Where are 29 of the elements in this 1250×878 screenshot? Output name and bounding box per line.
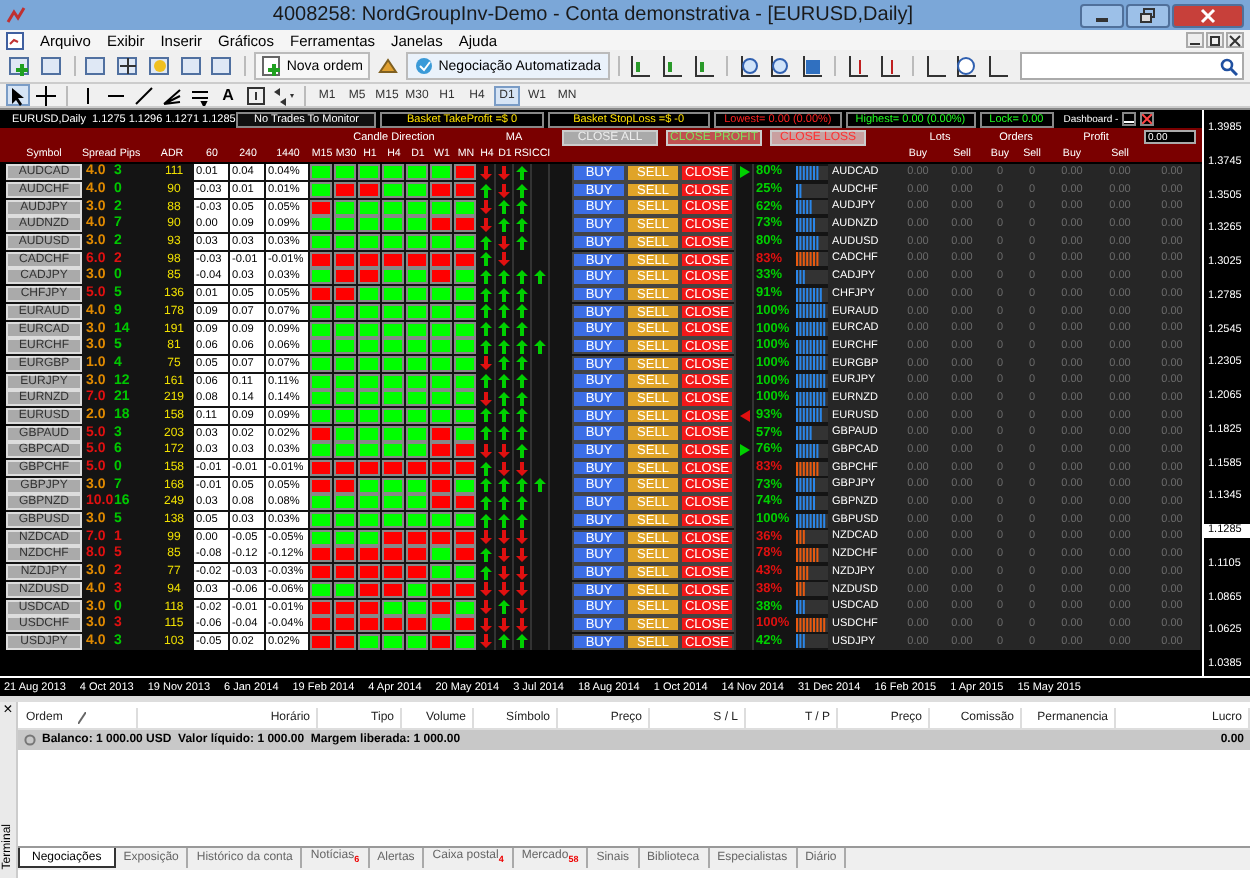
crosshair-icon[interactable] (34, 84, 58, 106)
fan-icon[interactable] (160, 84, 184, 106)
child-minimize-button[interactable] (1186, 32, 1204, 48)
minimize-button[interactable] (1080, 3, 1124, 27)
search-field[interactable] (1019, 52, 1245, 80)
minimize-button[interactable] (1122, 112, 1137, 126)
child-close-button[interactable] (1226, 32, 1244, 48)
restore-icon (1208, 33, 1222, 47)
window-title: 4008258: NordGroupInv-Demo - Conta demonstrativa - [EURUSD,Daily] (270, 4, 916, 26)
close-button[interactable]: × (3, 702, 13, 718)
close-button[interactable] (1140, 112, 1155, 126)
cursor-icon[interactable] (6, 84, 30, 106)
text-tool-button[interactable]: A (216, 84, 240, 106)
label-tool-icon[interactable] (244, 84, 268, 106)
arrows-dropdown-icon[interactable] (272, 84, 296, 106)
app-icon (6, 5, 26, 25)
restore-button[interactable] (1126, 3, 1170, 27)
search-icon (1220, 57, 1239, 75)
circle-icon (24, 734, 36, 746)
child-restore-button[interactable] (1206, 32, 1224, 48)
document-plus-icon (262, 56, 283, 76)
sort-icon (78, 712, 87, 724)
trendline-icon[interactable] (132, 84, 156, 106)
check-circle-icon (414, 56, 435, 76)
close-button[interactable] (1172, 3, 1244, 27)
close-icon (1200, 7, 1216, 23)
crosshair-icon[interactable] (114, 52, 143, 80)
restore-icon (1140, 7, 1156, 23)
close-icon (1228, 33, 1242, 47)
